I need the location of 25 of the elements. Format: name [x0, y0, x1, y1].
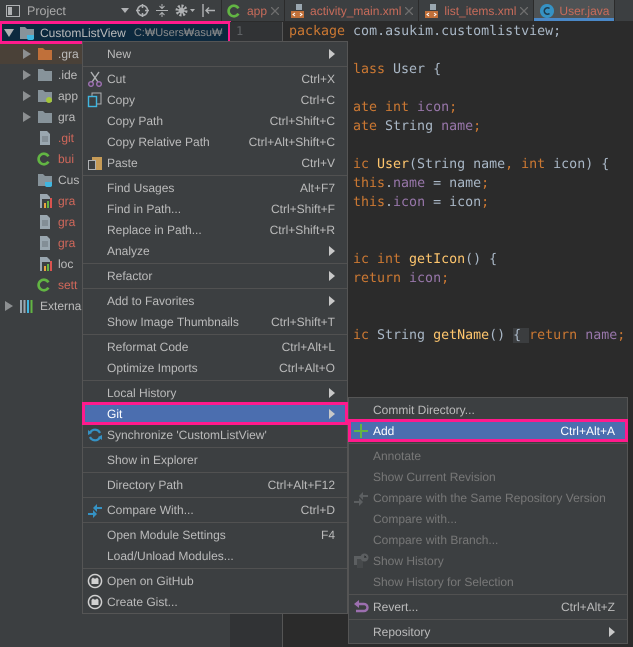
item-name: gra	[58, 236, 76, 250]
item-name: gra	[58, 214, 76, 228]
code-line: lass User {	[353, 61, 442, 79]
item-name: sett	[58, 278, 78, 292]
code-line: package com.asukim.customlistview;	[289, 23, 562, 41]
code-line: ic User(String name, int icon) {	[353, 156, 610, 174]
item-name: .gra	[58, 46, 79, 60]
code-line: ic int getIcon() {	[353, 251, 498, 269]
item-name: loc	[58, 256, 74, 270]
code-line: ate int icon;	[353, 99, 458, 117]
item-name: Cus	[58, 172, 80, 186]
item-name: Externa	[40, 298, 82, 312]
item-name: gra	[58, 110, 76, 124]
item-name: bui	[58, 152, 74, 166]
item-name: gra	[58, 194, 76, 208]
code-line: return icon;	[353, 270, 450, 288]
code-line: this.icon = icon;	[353, 194, 490, 212]
item-name: .git	[58, 130, 74, 144]
item-path: C:₩Users₩asu₩	[134, 26, 222, 38]
code-line: ate String name;	[353, 118, 482, 136]
code-line: this.name = name;	[353, 175, 490, 193]
item-name: .ide	[58, 68, 78, 82]
item-name: CustomListView	[40, 26, 126, 40]
item-name: app	[58, 88, 78, 102]
code-line: ic String getName() { return name;	[353, 327, 626, 345]
